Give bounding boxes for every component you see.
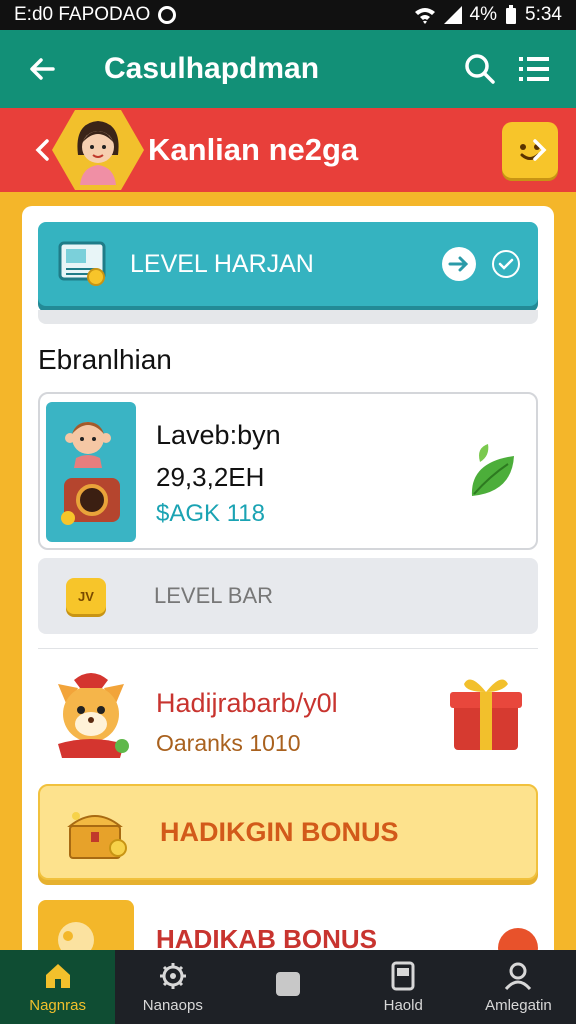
chevron-right-icon[interactable] (532, 138, 548, 162)
mascot-icon (502, 122, 558, 178)
battery-percent: 4% (469, 4, 498, 25)
nav-label-account: Amlegatin (485, 996, 552, 1014)
phone-icon (391, 961, 415, 990)
promo-banner[interactable]: Kanlian ne2ga (0, 108, 576, 192)
level-bar-label: LEVEL BAR (154, 583, 274, 608)
nav-item-hold[interactable]: Haold (346, 950, 461, 1024)
chevron-left-icon[interactable] (34, 138, 50, 162)
check-icon[interactable] (492, 250, 520, 278)
menu-button[interactable] (514, 49, 554, 89)
level-header-button[interactable]: LEVEL HARJAN (38, 222, 538, 306)
menu-icon (519, 57, 549, 81)
status-bar: E:d0 FAPODAO 4% 5:34 (0, 0, 576, 30)
profile-name: Laveb:byn (156, 420, 281, 450)
main-card: LEVEL HARJAN Ebranlhian Laveb:byn 29,3,2… (22, 206, 554, 966)
header-shadow (38, 310, 538, 324)
battery-icon (506, 5, 517, 24)
app-title: Casulhapdman (104, 52, 320, 85)
fox-mascot-icon (58, 673, 129, 758)
level-badge: JV (66, 578, 106, 614)
nav-label-settings: Nanaops (142, 996, 203, 1014)
nav-label-hold: Haold (383, 996, 423, 1014)
app-bar: Casulhapdman (0, 30, 576, 108)
reward-subtitle: Oaranks 1010 (156, 730, 301, 756)
treasure-chest-icon (67, 812, 127, 859)
bonus-button-label: HADIKGIN BONUS (160, 816, 399, 847)
nav-item-settings[interactable]: Nanaops (115, 950, 230, 1024)
kid-avatar-icon (61, 422, 120, 525)
wifi-icon (414, 8, 435, 24)
level-bar[interactable]: JV LEVEL BAR (38, 558, 538, 634)
nav-label-home: Nagnras (29, 996, 86, 1014)
level-header-title: LEVEL HARJAN (130, 249, 314, 278)
status-left-text: E:d0 FAPODAO (14, 4, 151, 25)
search-icon (465, 54, 495, 84)
profile-money: $AGK 118 (156, 500, 265, 527)
notification-icon (158, 6, 177, 24)
bonus-button[interactable]: HADIKGIN BONUS (38, 784, 538, 880)
reward-row[interactable]: Hadijrabarb/y0l Oaranks 1010 (22, 658, 554, 778)
user-icon (505, 962, 532, 990)
back-button[interactable] (22, 49, 62, 89)
signal-icon (443, 6, 462, 24)
profile-thumbnail (46, 402, 136, 542)
search-button[interactable] (460, 49, 500, 89)
certificate-icon (58, 241, 106, 286)
profile-card[interactable]: Laveb:byn 29,3,2EH $AGK 118 (38, 392, 538, 550)
girl-avatar-icon (77, 121, 119, 185)
gear-icon (159, 962, 186, 989)
divider (38, 648, 538, 649)
avatar (52, 110, 144, 190)
nav-item-middle[interactable] (230, 950, 345, 1024)
gift-icon (450, 679, 522, 750)
square-icon (276, 972, 300, 996)
profile-score: 29,3,2EH (156, 462, 265, 492)
reward-title: Hadijrabarb/y0l (156, 688, 338, 718)
leaf-icon (471, 444, 514, 496)
arrow-left-icon (30, 58, 55, 80)
status-time: 5:34 (525, 4, 562, 25)
forward-icon[interactable] (442, 247, 476, 281)
section-title: Ebranlhian (38, 344, 172, 375)
banner-title: Kanlian ne2ga (148, 132, 359, 167)
nav-item-home[interactable]: Nagnras (0, 950, 116, 1024)
bottom-nav: Nagnras Nanaops Haold Amlegatin (0, 950, 576, 1024)
nav-item-account[interactable]: Amlegatin (461, 950, 576, 1024)
home-icon (45, 963, 70, 988)
